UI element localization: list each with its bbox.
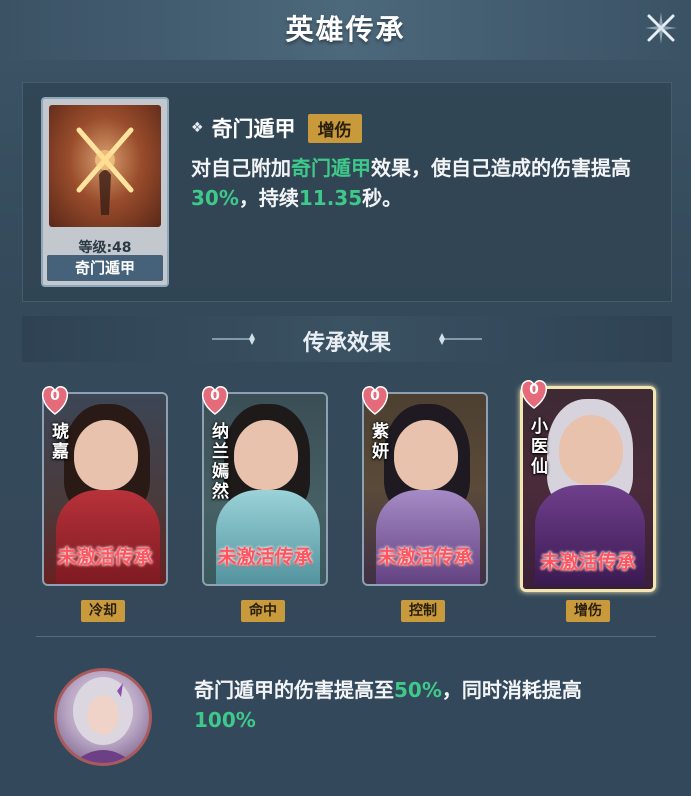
hero-body — [376, 490, 480, 584]
skill-header: ❖ 奇门遁甲 增伤 — [191, 113, 362, 143]
desc-highlight: 11.35 — [298, 186, 363, 210]
hero-inheritance-panel: 英雄传承 等级:48 奇门遁甲 ❖ 奇门遁甲 增伤 对自己附加奇门遁甲效果，使自… — [0, 0, 691, 796]
desc-highlight: 30% — [191, 186, 239, 210]
heart-badge: 0 — [358, 384, 392, 416]
hero-face — [234, 420, 298, 490]
heart-count: 0 — [210, 388, 220, 404]
hero-name: 紫妍 — [372, 422, 389, 462]
hero-status: 未激活传承 — [57, 546, 153, 568]
skill-tag: 增伤 — [307, 113, 362, 143]
bonus-highlight: 100% — [194, 708, 256, 732]
hero-card-ziyan[interactable]: 紫妍 未激活传承 — [362, 392, 488, 586]
crossed-swords-icon — [76, 127, 134, 215]
avatar[interactable] — [54, 668, 152, 766]
heart-badge: 0 — [198, 384, 232, 416]
heart-count: 0 — [370, 388, 380, 404]
hero-face — [74, 420, 138, 490]
hero-status: 未激活传承 — [377, 546, 473, 568]
heart-badge: 0 — [38, 384, 72, 416]
desc-text: 秒。 — [362, 186, 403, 210]
skill-art — [49, 105, 161, 227]
heart-count: 0 — [529, 382, 539, 398]
hero-face — [394, 420, 458, 490]
skill-info-box: 等级:48 奇门遁甲 ❖ 奇门遁甲 增伤 对自己附加奇门遁甲效果，使自己造成的伤… — [22, 82, 672, 302]
hero-portrait-icon — [73, 677, 133, 763]
skill-card[interactable]: 等级:48 奇门遁甲 — [41, 97, 169, 287]
header-bar: 英雄传承 — [0, 0, 691, 60]
hero-name: 纳兰嫣然 — [212, 422, 229, 502]
hero-tag: 命中 — [241, 600, 285, 622]
desc-text: 效果，使自己造成的伤害提高 — [371, 156, 631, 180]
section-header: 传承效果 — [22, 316, 672, 362]
bonus-description: 奇门遁甲的伤害提高至50%，同时消耗提高 100% — [194, 675, 664, 735]
skill-name: 奇门遁甲 — [211, 117, 296, 141]
hero-card-xiaoyixian[interactable]: 小医仙 未激活传承 — [520, 386, 656, 592]
hero-tag: 控制 — [401, 600, 445, 622]
desc-text: 对自己附加 — [191, 156, 291, 180]
hero-name: 琥嘉 — [52, 422, 69, 462]
desc-highlight: 奇门遁甲 — [291, 156, 371, 180]
hero-status: 未激活传承 — [540, 551, 636, 573]
diamond-icon: ❖ — [191, 120, 204, 136]
bonus-text: ，同时消耗提高 — [441, 678, 582, 702]
hero-card-hujia[interactable]: 琥嘉 未激活传承 — [42, 392, 168, 586]
divider — [36, 636, 656, 637]
hero-card-nalanyanran[interactable]: 纳兰嫣然 未激活传承 — [202, 392, 328, 586]
hero-name: 小医仙 — [531, 417, 548, 477]
close-icon[interactable] — [643, 10, 679, 46]
section-title: 传承效果 — [302, 331, 391, 356]
hero-body — [56, 490, 160, 584]
hero-face — [559, 415, 623, 485]
skill-level: 等级:48 — [78, 240, 132, 256]
skill-card-name: 奇门遁甲 — [47, 255, 163, 281]
bonus-highlight: 50% — [394, 678, 442, 702]
hero-tag: 增伤 — [566, 600, 610, 622]
heart-count: 0 — [50, 388, 60, 404]
hero-tag: 冷却 — [81, 600, 125, 622]
hero-status: 未激活传承 — [217, 546, 313, 568]
page-title: 英雄传承 — [285, 13, 406, 46]
skill-description: 对自己附加奇门遁甲效果，使自己造成的伤害提高 30%，持续11.35秒。 — [191, 153, 661, 213]
ornament-right-icon — [439, 333, 482, 345]
bonus-text: 奇门遁甲的伤害提高至 — [194, 678, 394, 702]
desc-text: ，持续 — [238, 186, 299, 210]
heart-badge: 0 — [517, 378, 551, 410]
hero-body — [216, 490, 320, 584]
